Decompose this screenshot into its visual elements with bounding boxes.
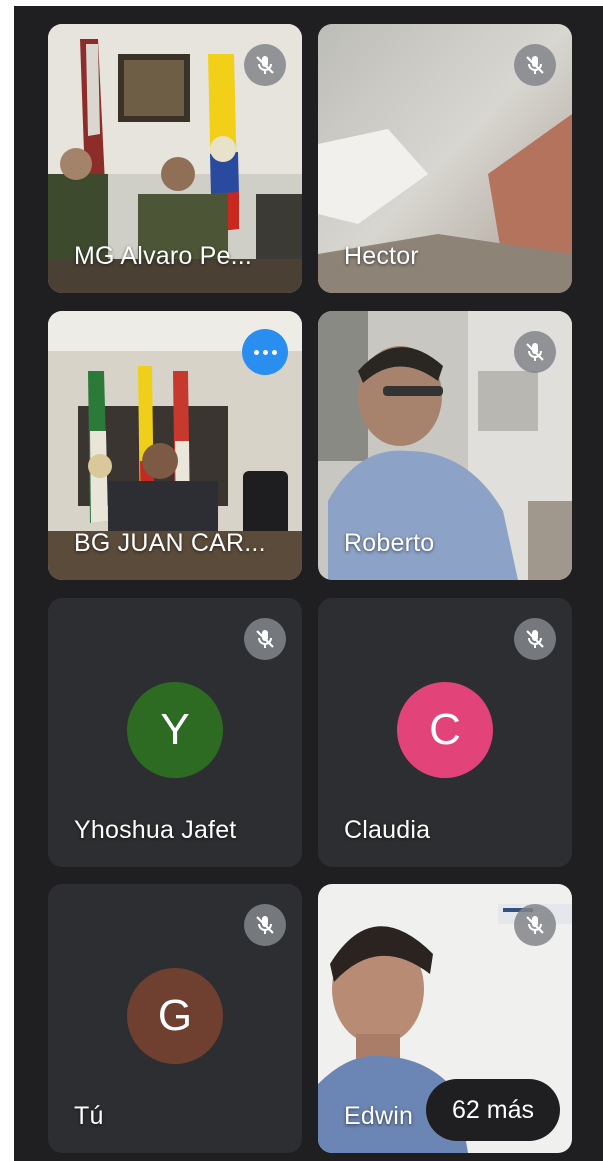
participant-name: MG Alvaro Pe... (74, 242, 253, 270)
avatar: Y (127, 682, 223, 778)
participant-name: Claudia (344, 816, 431, 844)
mic-off-icon (514, 331, 556, 373)
participant-name: BG JUAN CAR... (74, 529, 266, 557)
participant-grid: MG Alvaro Pe... Hector BG JUAN CAR... Ro… (14, 6, 603, 1161)
more-options-icon[interactable] (242, 329, 288, 375)
avatar: C (397, 682, 493, 778)
participant-name: Roberto (344, 529, 435, 557)
mic-off-icon (514, 904, 556, 946)
more-participants-button[interactable]: 62 más (426, 1079, 560, 1141)
participant-tile-hector[interactable]: Hector (318, 24, 572, 293)
participant-name: Hector (344, 242, 419, 270)
mic-off-icon (514, 44, 556, 86)
mic-off-icon (244, 618, 286, 660)
avatar: G (127, 968, 223, 1064)
participant-tile-self[interactable]: G Tú (48, 884, 302, 1153)
participant-tile-mg-alvaro[interactable]: MG Alvaro Pe... (48, 24, 302, 293)
mic-off-icon (244, 904, 286, 946)
participant-name: Yhoshua Jafet (74, 816, 237, 844)
participant-tile-roberto[interactable]: Roberto (318, 311, 572, 580)
mic-off-icon (244, 44, 286, 86)
participant-name: Edwin (344, 1102, 414, 1130)
participant-name: Tú (74, 1102, 104, 1130)
mic-off-icon (514, 618, 556, 660)
participant-tile-yhoshua[interactable]: Y Yhoshua Jafet (48, 598, 302, 867)
participant-tile-edwin[interactable]: Edwin 62 más (318, 884, 572, 1153)
participant-tile-bg-juan[interactable]: BG JUAN CAR... (48, 311, 302, 580)
participant-tile-claudia[interactable]: C Claudia (318, 598, 572, 867)
